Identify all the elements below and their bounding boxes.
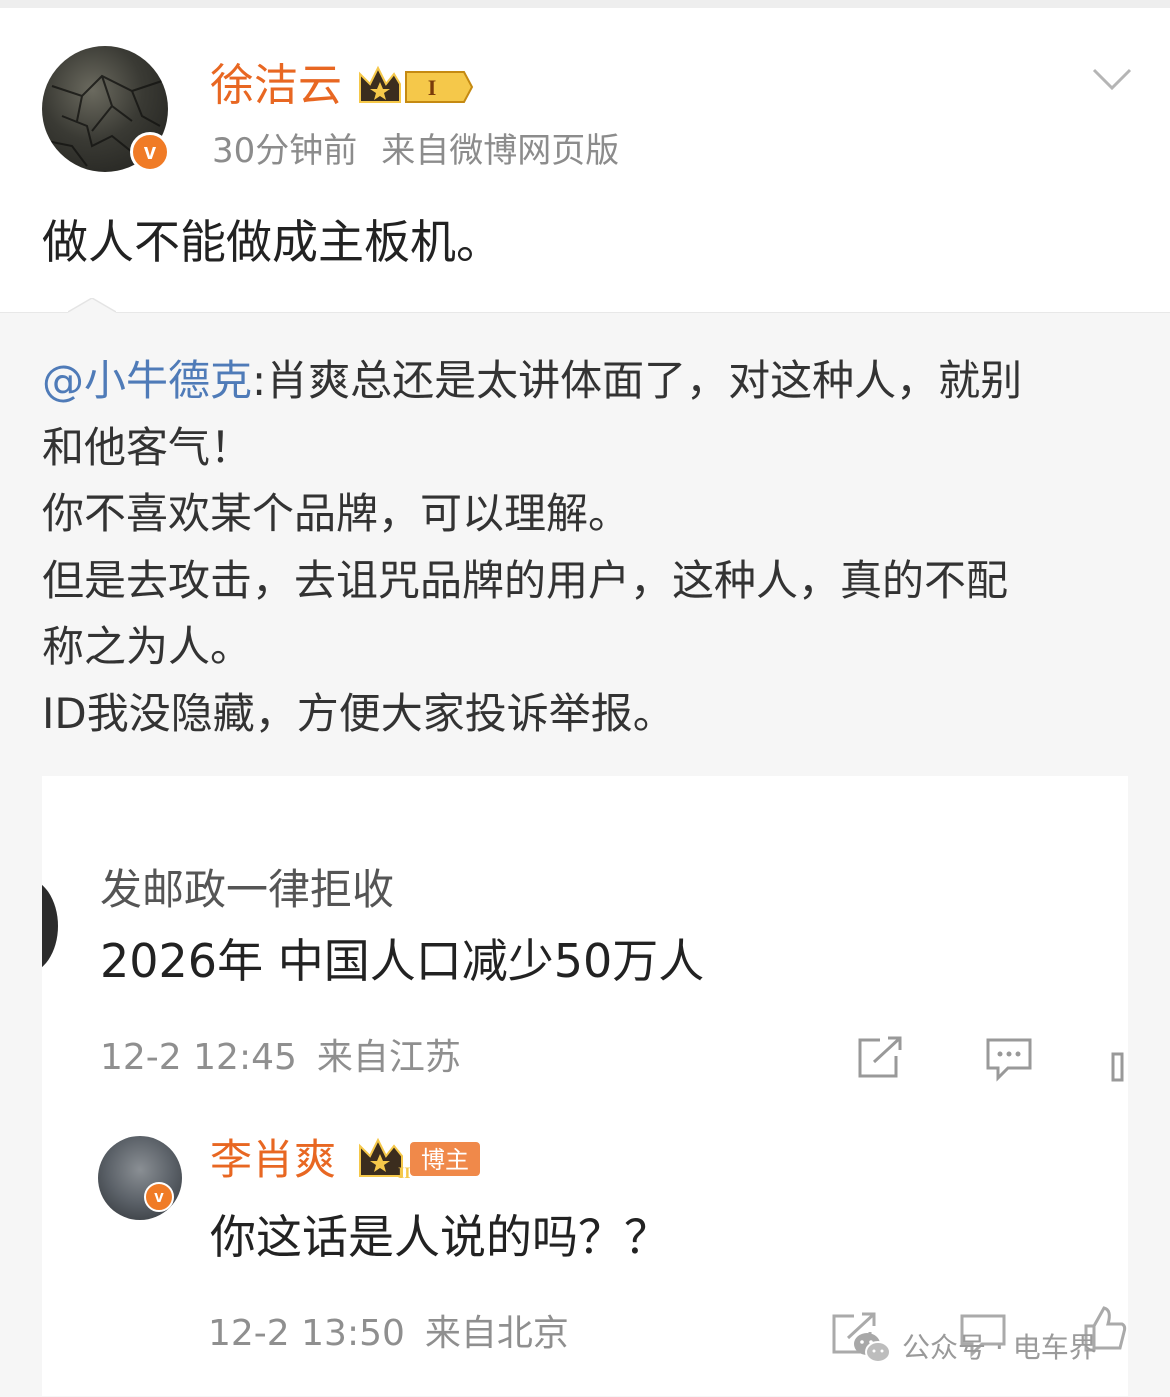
reply-username: 李肖爽	[210, 1135, 337, 1184]
comment-avatar	[42, 878, 58, 974]
comment-text: 2026年 中国人口减少50万人	[100, 934, 705, 988]
crown-badge-icon: II 博主	[359, 1137, 480, 1180]
repost-line: ID我没隐藏，方便大家投诉举报。	[42, 688, 675, 738]
repost-line: 和他客气！	[42, 422, 253, 472]
comment-date: 12-2 12:45	[100, 1037, 297, 1078]
comment-username: 发邮政一律拒收	[100, 865, 395, 914]
mention-link[interactable]: @小牛德克	[42, 356, 252, 405]
reply-location: 来自北京	[424, 1313, 569, 1354]
repost-line: 你不喜欢某个品牌，可以理解。	[42, 489, 631, 538]
repost-line: :肖爽总还是太讲体面了，对这种人，就别	[252, 356, 1023, 405]
reply-avatar: v	[98, 1136, 182, 1220]
share-icon[interactable]	[856, 1036, 904, 1080]
comment-location: 来自江苏	[316, 1037, 461, 1078]
user-avatar[interactable]: v	[42, 46, 170, 172]
screenshot-card[interactable]: 发邮政一律拒收 2026年 中国人口减少50万人 12-2 12:45 来自江苏 …	[42, 776, 1128, 1396]
repost-text: @小牛德克:肖爽总还是太讲体面了，对这种人，就别 和他客气！ 你不喜欢某个品牌，…	[42, 348, 1132, 747]
post-time: 30分钟前	[212, 131, 358, 171]
post-source: 来自微博网页版	[381, 131, 620, 171]
chevron-down-icon[interactable]	[1090, 64, 1134, 94]
post-meta: 30分钟前 来自微博网页版	[212, 128, 619, 174]
wechat-icon	[854, 1333, 891, 1363]
top-divider	[0, 0, 1170, 8]
crown-badge-icon: I	[359, 65, 474, 103]
repost-notch	[68, 298, 116, 324]
watermark-label: 公众号 · 电车界	[902, 1331, 1097, 1364]
level-badge-text: I	[428, 75, 437, 100]
verified-v-icon: v	[130, 132, 170, 172]
watermark: 公众号 · 电车界	[852, 1328, 1097, 1368]
like-icon[interactable]	[1110, 1044, 1128, 1084]
verified-v-icon: v	[144, 1182, 174, 1212]
reply-meta: 12-2 13:50 来自北京	[208, 1310, 569, 1358]
reply-level-text: II	[398, 1165, 410, 1180]
repost-line: 称之为人。	[42, 622, 253, 671]
repost-line: 但是去攻击，去诅咒品牌的用户，这种人，真的不配	[42, 555, 1009, 605]
reply-date: 12-2 13:50	[208, 1313, 405, 1354]
post-username[interactable]: 徐洁云	[210, 56, 342, 116]
comment-icon[interactable]	[984, 1036, 1034, 1082]
blogger-badge-text: 博主	[421, 1146, 469, 1174]
reply-text: 你这话是人说的吗？？	[210, 1210, 670, 1264]
comment-meta: 12-2 12:45 来自江苏	[100, 1034, 461, 1082]
post-text: 做人不能做成主板机。	[42, 215, 502, 269]
